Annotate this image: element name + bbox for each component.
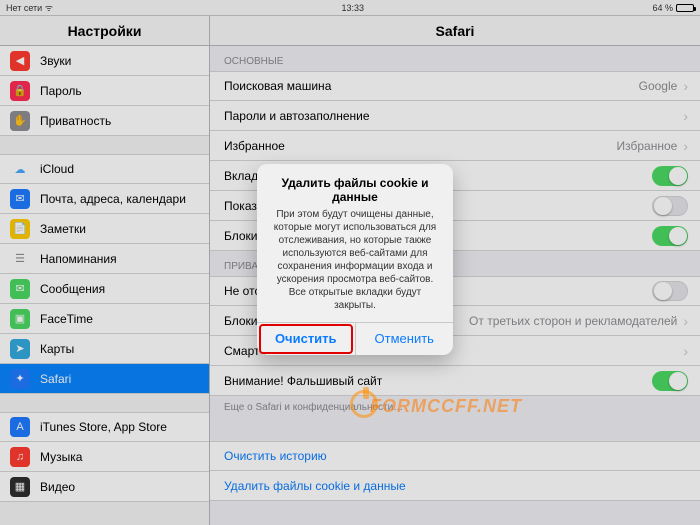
alert-cancel-button[interactable]: Отменить (356, 323, 454, 355)
alert-title: Удалить файлы cookie и данные (267, 176, 443, 204)
alert-dialog: Удалить файлы cookie и данные При этом б… (257, 164, 453, 355)
alert-confirm-button[interactable]: Очистить (257, 323, 356, 355)
alert-message: При этом будут очищены данные, которые м… (267, 208, 443, 312)
